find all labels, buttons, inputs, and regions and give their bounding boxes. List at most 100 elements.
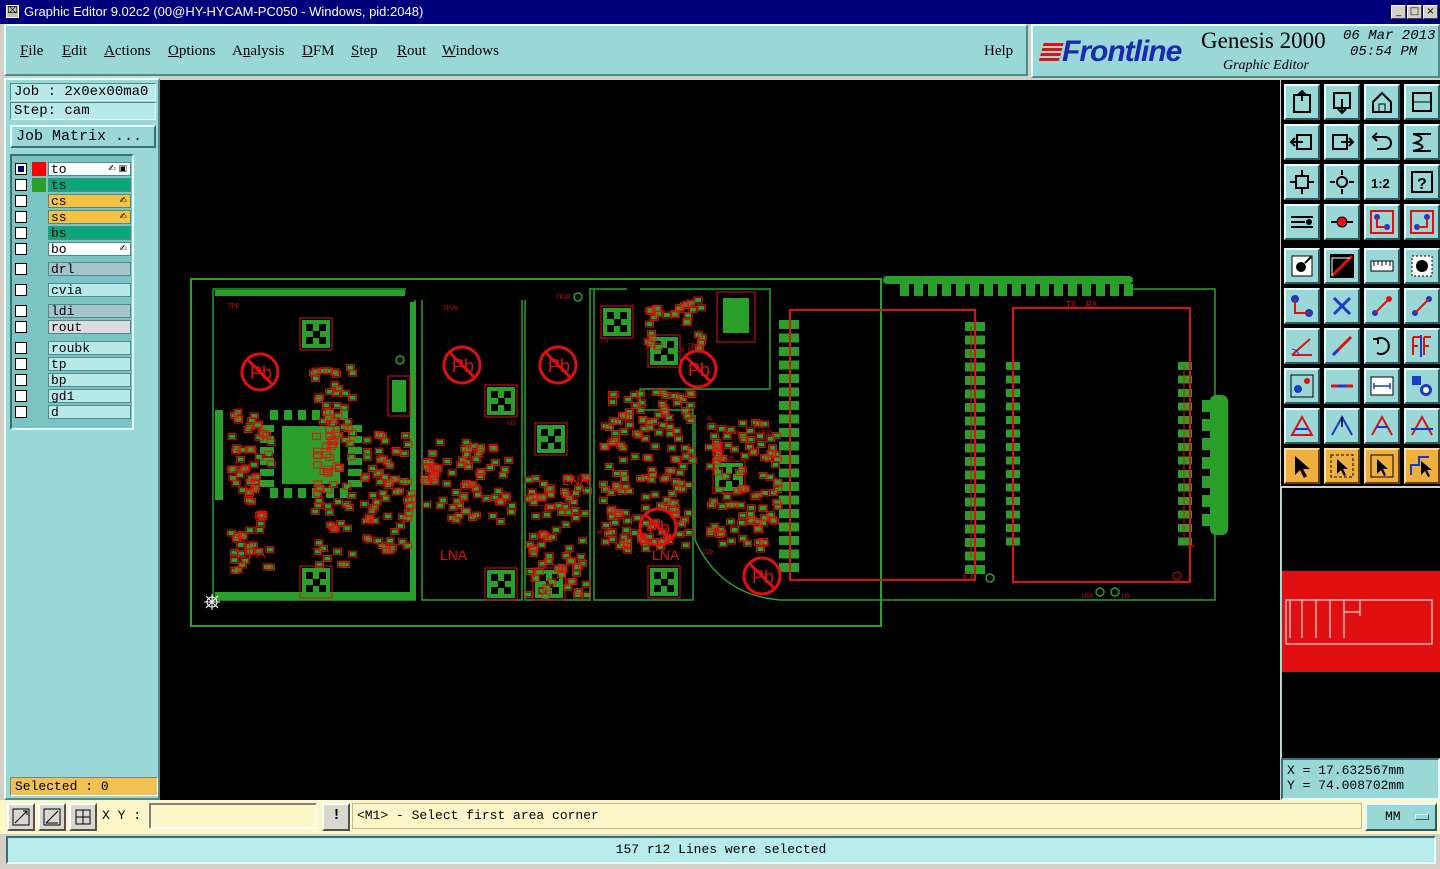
- zoom-fit-tool-button[interactable]: [1284, 164, 1320, 200]
- pan-right-tool-button[interactable]: [1324, 124, 1360, 160]
- units-selector[interactable]: MM: [1365, 803, 1437, 831]
- layer-row-to[interactable]: to ✍ ▣: [14, 162, 131, 176]
- ruler-tool-button[interactable]: [1364, 248, 1400, 284]
- layer-name[interactable]: cvia: [48, 283, 131, 297]
- pan-left-tool-button[interactable]: [1284, 124, 1320, 160]
- layer-checkbox[interactable]: [15, 358, 27, 370]
- maximize-button[interactable]: □: [1407, 5, 1422, 19]
- layer-checkbox[interactable]: [15, 263, 27, 275]
- shape-c-tool-button[interactable]: [1364, 408, 1400, 444]
- group-tool-button[interactable]: [1404, 368, 1440, 404]
- menu-edit[interactable]: Edit: [62, 43, 87, 60]
- layer-name[interactable]: roubk: [48, 341, 131, 355]
- layer-checkbox[interactable]: [15, 211, 27, 223]
- layer-checkbox[interactable]: [15, 374, 27, 386]
- layer-name[interactable]: d: [48, 405, 131, 419]
- xy-input[interactable]: [149, 803, 317, 829]
- zoom-center-tool-button[interactable]: [1324, 164, 1360, 200]
- layer-color-swatch[interactable]: [32, 162, 46, 176]
- layer-blue-tool-button[interactable]: [1404, 204, 1440, 240]
- layer-checkbox[interactable]: [15, 179, 27, 191]
- layer-name[interactable]: tp: [48, 357, 131, 371]
- layer-name[interactable]: to ✍ ▣: [48, 162, 131, 176]
- layer-row-tp[interactable]: tp: [14, 357, 131, 371]
- zoom-window-tool-button[interactable]: [1284, 84, 1320, 120]
- layer-row-bo[interactable]: bo ✍: [14, 242, 131, 256]
- menu-actions[interactable]: Actions: [104, 43, 151, 60]
- redraw-tool-button[interactable]: [1404, 124, 1440, 160]
- rotate-tool-button[interactable]: [1364, 328, 1400, 364]
- measure-tool-tool-button[interactable]: [1284, 204, 1320, 240]
- layer-checkbox[interactable]: [15, 321, 27, 333]
- home-tool-button[interactable]: [1364, 84, 1400, 120]
- menu-step[interactable]: Step: [351, 43, 378, 60]
- layer-name[interactable]: gd1: [48, 389, 131, 403]
- layer-name[interactable]: ss ✍: [48, 210, 131, 224]
- layer-name[interactable]: cs ✍: [48, 194, 131, 208]
- cross-tool-button[interactable]: [1324, 288, 1360, 324]
- layer-checkbox[interactable]: [15, 195, 27, 207]
- layer-name[interactable]: drl: [48, 262, 131, 276]
- layer-checkbox[interactable]: [15, 227, 27, 239]
- menu-windows[interactable]: Windows: [442, 43, 499, 60]
- menu-options[interactable]: Options: [168, 43, 216, 60]
- select-tool-button[interactable]: [1284, 448, 1320, 484]
- layer-row-ldi[interactable]: ldi: [14, 304, 131, 318]
- shape-d-tool-button[interactable]: [1404, 408, 1440, 444]
- shape-b-tool-button[interactable]: [1324, 408, 1360, 444]
- menu-dfm[interactable]: DFM: [302, 43, 335, 60]
- page-tool-button[interactable]: [1404, 84, 1440, 120]
- scale-1-2-tool-button[interactable]: 1:2: [1364, 164, 1400, 200]
- layer-color-swatch[interactable]: [32, 178, 46, 192]
- layer-red-tool-button[interactable]: [1364, 204, 1400, 240]
- menu-rout[interactable]: Rout: [397, 43, 426, 60]
- menu-file[interactable]: File: [20, 43, 43, 60]
- menu-analysis[interactable]: Analysis: [232, 43, 285, 60]
- layer-checkbox[interactable]: [15, 406, 27, 418]
- grid-button[interactable]: [69, 803, 97, 831]
- layer-checkbox[interactable]: [15, 243, 27, 255]
- layer-checkbox[interactable]: [15, 390, 27, 402]
- overview-window[interactable]: [1281, 488, 1440, 760]
- layer-row-cvia[interactable]: cvia: [14, 283, 131, 297]
- layer-checkbox[interactable]: [15, 342, 27, 354]
- layer-name[interactable]: ldi: [48, 304, 131, 318]
- job-matrix-button[interactable]: Job Matrix ...: [10, 125, 156, 148]
- help-query-tool-button[interactable]: ?: [1404, 164, 1440, 200]
- point-tool-button[interactable]: [1404, 248, 1440, 284]
- graphic-canvas[interactable]: Pb Pb Pb Pb Pb Pb PA LNA LNA LNA TX RX TP5 TP26 TP28 J1…: [160, 80, 1280, 800]
- snap-tool-button[interactable]: [1324, 204, 1360, 240]
- select-box-tool-button[interactable]: [1324, 448, 1360, 484]
- layer-name[interactable]: rout: [48, 320, 131, 334]
- angle-tool-button[interactable]: [1284, 328, 1320, 364]
- node-move-tool-button[interactable]: [1284, 368, 1320, 404]
- layer-name[interactable]: ts: [48, 178, 131, 192]
- pcb-drawing[interactable]: Pb Pb Pb Pb Pb Pb PA LNA LNA LNA TX RX TP5 TP26 TP28 J1…: [160, 80, 1280, 800]
- layer-checkbox[interactable]: [15, 163, 27, 175]
- layer-row-gd1[interactable]: gd1: [14, 389, 131, 403]
- menu-help[interactable]: Help: [984, 43, 1013, 60]
- mirror-ff-tool-button[interactable]: [1404, 328, 1440, 364]
- layer-row-cs[interactable]: cs ✍: [14, 194, 131, 208]
- pad-tool-button[interactable]: [1284, 248, 1320, 284]
- snap-grid-button[interactable]: [7, 803, 35, 831]
- close-button[interactable]: ×: [1423, 5, 1438, 19]
- connect-nodes-tool-button[interactable]: [1284, 288, 1320, 324]
- info-button[interactable]: !: [322, 803, 350, 831]
- layer-name[interactable]: bo ✍: [48, 242, 131, 256]
- layer-checkbox[interactable]: [15, 284, 27, 296]
- select-path-tool-button[interactable]: [1404, 448, 1440, 484]
- app-icon[interactable]: ⌧: [6, 5, 19, 18]
- layer-row-d[interactable]: d: [14, 405, 131, 419]
- zoom-save-tool-button[interactable]: [1324, 84, 1360, 120]
- select-fill-tool-button[interactable]: [1364, 448, 1400, 484]
- layer-row-ts[interactable]: ts: [14, 178, 131, 192]
- layer-row-roubk[interactable]: roubk: [14, 341, 131, 355]
- undo-view-tool-button[interactable]: [1364, 124, 1400, 160]
- layer-row-rout[interactable]: rout: [14, 320, 131, 334]
- snap-angle-button[interactable]: [38, 803, 66, 831]
- layer-row-drl[interactable]: drl: [14, 262, 131, 276]
- arc-tool-button[interactable]: [1364, 288, 1400, 324]
- arc-cw-tool-button[interactable]: [1404, 288, 1440, 324]
- layer-name[interactable]: bp: [48, 373, 131, 387]
